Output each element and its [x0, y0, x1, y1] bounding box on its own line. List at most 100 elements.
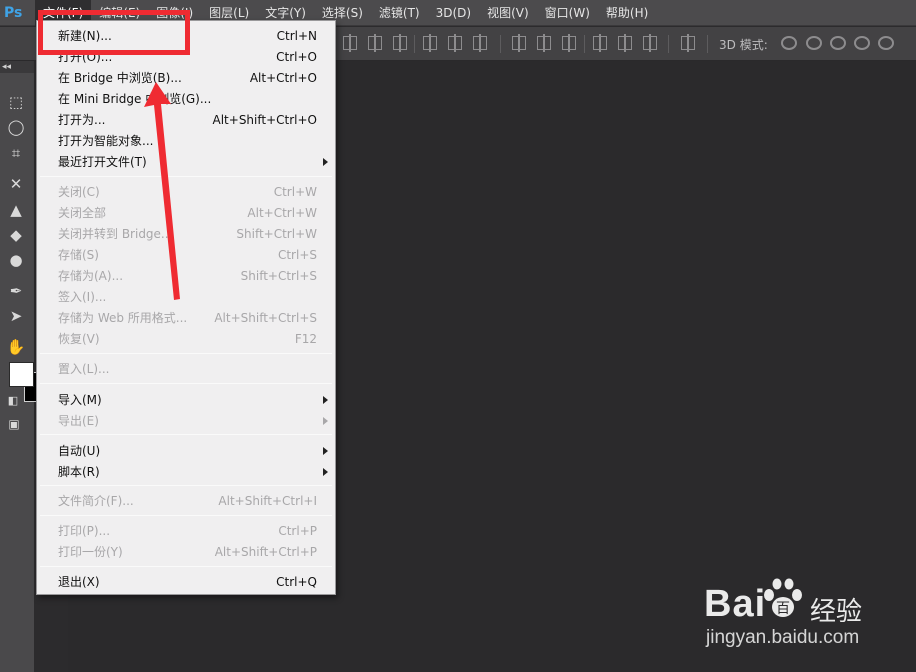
3d-pan-icon[interactable] — [830, 36, 846, 50]
annotation-arrow-icon — [144, 82, 180, 300]
menu-item-label: 存储为(A)... — [58, 269, 124, 283]
quick-mask-icon[interactable]: ▣ — [3, 414, 25, 434]
menu-item-place[interactable]: 置入(L)... — [38, 359, 334, 380]
menu-item-shortcut: Ctrl+Q — [276, 575, 317, 589]
3d-mode-label: 3D 模式: — [719, 38, 768, 52]
options-divider — [707, 35, 708, 53]
pen-tool-icon[interactable]: ✒ — [5, 281, 27, 301]
menu-item-export[interactable]: 导出(E) — [38, 411, 334, 432]
distribute-top-icon[interactable] — [512, 34, 526, 52]
menu-item-shortcut: Ctrl+S — [277, 248, 317, 262]
smudge-tool-icon[interactable]: ● — [5, 250, 27, 270]
menu-item-label: 签入(I)... — [58, 290, 107, 304]
hand-tool-icon[interactable]: ✋ — [5, 337, 27, 357]
tools-collapse-button[interactable]: ◂◂ — [0, 61, 34, 73]
menu-item-shortcut: Ctrl+O — [276, 50, 317, 64]
menu-item-label: 导出(E) — [58, 414, 99, 428]
marquee-tool-icon[interactable]: ⬚ — [5, 92, 27, 112]
menu-item-shortcut: Alt+Shift+Ctrl+O — [212, 113, 317, 127]
healing-tool-icon[interactable]: ✕ — [5, 174, 27, 194]
watermark-logo-text: Bai — [704, 583, 767, 625]
menu-item-label: 关闭(C) — [58, 185, 100, 199]
menu-separator — [40, 434, 332, 435]
3d-scale-icon[interactable] — [878, 36, 894, 50]
menu-item-label: 恢复(V) — [58, 332, 100, 346]
menu-item-shortcut: Alt+Shift+Ctrl+P — [214, 545, 317, 559]
distribute-vcenter-icon[interactable] — [537, 34, 551, 52]
menu-item-label: 自动(U) — [58, 444, 101, 458]
watermark-logo-suffix: 百 — [776, 601, 790, 617]
menu-item-label: 导入(M) — [58, 393, 102, 407]
watermark-url-text: jingyan.baidu.com — [706, 627, 860, 648]
menu-help[interactable]: 帮助(H) — [598, 0, 656, 26]
submenu-arrow-icon — [323, 417, 328, 425]
options-divider — [414, 35, 415, 53]
default-colors-icon[interactable]: ◧ — [2, 391, 24, 411]
foreground-color-swatch[interactable] — [9, 362, 34, 387]
3d-roll-icon[interactable] — [806, 36, 822, 50]
menu-item-shortcut: Ctrl+W — [273, 185, 317, 199]
menu-item-label: 存储为 Web 所用格式... — [58, 311, 188, 325]
baidu-paw-icon: 百 — [764, 578, 802, 617]
menu-item-scripts[interactable]: 脚本(R) — [38, 462, 334, 483]
menu-item-exit[interactable]: 退出(X) Ctrl+Q — [38, 572, 334, 593]
menu-item-label: 打开为... — [58, 113, 106, 127]
align-left-icon[interactable] — [423, 34, 437, 52]
menu-separator — [40, 383, 332, 384]
menu-item-import[interactable]: 导入(M) — [38, 390, 334, 411]
align-right-icon[interactable] — [473, 34, 487, 52]
submenu-arrow-icon — [323, 396, 328, 404]
menu-item-print-one[interactable]: 打印一份(Y) Alt+Shift+Ctrl+P — [38, 542, 334, 563]
3d-rotate-icon[interactable] — [781, 36, 797, 50]
menu-window[interactable]: 窗口(W) — [537, 0, 598, 26]
align-bottom-icon[interactable] — [393, 34, 407, 52]
auto-align-icon[interactable] — [681, 34, 695, 52]
menu-item-automate[interactable]: 自动(U) — [38, 441, 334, 462]
menu-item-revert[interactable]: 恢复(V) F12 — [38, 329, 334, 350]
stamp-tool-icon[interactable]: ▲ — [5, 200, 27, 220]
distribute-right-icon[interactable] — [643, 34, 657, 52]
submenu-arrow-icon — [323, 447, 328, 455]
crop-tool-icon[interactable]: ⌗ — [5, 143, 27, 163]
menu-item-label: 文件简介(F)... — [58, 494, 134, 508]
menu-item-file-info[interactable]: 文件简介(F)... Alt+Shift+Ctrl+I — [38, 491, 334, 512]
menu-item-label: 置入(L)... — [58, 362, 110, 376]
options-divider — [584, 35, 585, 53]
menu-view[interactable]: 视图(V) — [479, 0, 537, 26]
menu-item-shortcut: Ctrl+N — [276, 29, 317, 43]
menu-separator — [40, 566, 332, 567]
menu-3d[interactable]: 3D(D) — [428, 0, 479, 26]
menu-item-label: 打印(P)... — [58, 524, 111, 538]
align-hcenter-icon[interactable] — [448, 34, 462, 52]
menu-item-label: 退出(X) — [58, 575, 100, 589]
photoshop-logo: Ps — [4, 5, 23, 21]
menu-item-shortcut: Ctrl+P — [278, 524, 317, 538]
submenu-arrow-icon — [323, 158, 328, 166]
distribute-hcenter-icon[interactable] — [618, 34, 632, 52]
menu-item-shortcut: Alt+Shift+Ctrl+I — [218, 494, 317, 508]
photoshop-window: Ps 文件(F) 编辑(E) 图像(I) 图层(L) 文字(Y) 选择(S) 滤… — [0, 0, 916, 672]
highlight-annotation-box — [38, 10, 190, 55]
menu-item-label: 关闭全部 — [58, 206, 107, 220]
menu-item-label: 打印一份(Y) — [58, 545, 123, 559]
menu-filter[interactable]: 滤镜(T) — [371, 0, 428, 26]
options-divider — [500, 35, 501, 53]
menu-separator — [40, 485, 332, 486]
lasso-tool-icon[interactable]: ◯ — [5, 117, 27, 137]
watermark-brand-text: 经验 — [810, 597, 863, 627]
align-vcenter-icon[interactable] — [368, 34, 382, 52]
path-select-tool-icon[interactable]: ➤ — [5, 306, 27, 326]
menu-item-save-for-web[interactable]: 存储为 Web 所用格式... Alt+Shift+Ctrl+S — [38, 308, 334, 329]
align-top-icon[interactable] — [343, 34, 357, 52]
baidu-jingyan-watermark: Bai 百 经验 jingyan.baidu.com — [700, 575, 900, 655]
3d-slide-icon[interactable] — [854, 36, 870, 50]
menu-item-shortcut: F12 — [294, 332, 317, 346]
menu-item-shortcut: Alt+Shift+Ctrl+S — [214, 311, 317, 325]
eraser-tool-icon[interactable]: ◆ — [5, 225, 27, 245]
options-divider — [668, 35, 669, 53]
distribute-left-icon[interactable] — [593, 34, 607, 52]
distribute-bottom-icon[interactable] — [562, 34, 576, 52]
menu-item-print[interactable]: 打印(P)... Ctrl+P — [38, 521, 334, 542]
menu-item-shortcut: Shift+Ctrl+S — [240, 269, 317, 283]
menu-item-label: 脚本(R) — [58, 465, 100, 479]
